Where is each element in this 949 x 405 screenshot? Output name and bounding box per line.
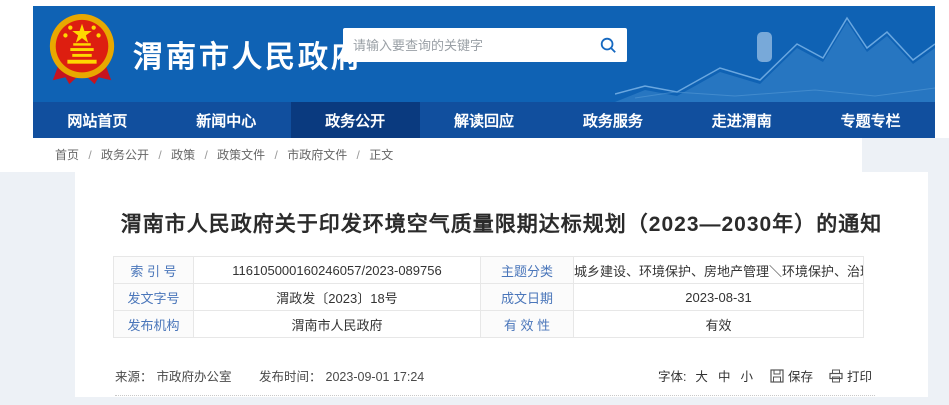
- search-box: [343, 28, 627, 62]
- search-input[interactable]: [343, 28, 589, 62]
- issue-date-value: 2023-08-31: [574, 284, 864, 311]
- font-size-label: 字体:: [658, 366, 686, 385]
- mountain-art: [615, 6, 935, 102]
- print-icon: [829, 369, 843, 383]
- breadcrumb-item-zhengwugongkai[interactable]: 政务公开: [101, 148, 149, 162]
- breadcrumb-separator: /: [88, 148, 91, 162]
- font-size-small-button[interactable]: 小: [740, 366, 753, 385]
- nav-item-services[interactable]: 政务服务: [548, 102, 677, 138]
- nav-item-home[interactable]: 网站首页: [33, 102, 162, 138]
- document-title: 渭南市人民政府关于印发环境空气质量限期达标规划（2023—2030年）的通知: [75, 208, 928, 238]
- site-title: 渭南市人民政府: [133, 32, 364, 76]
- print-button[interactable]: 打印: [829, 366, 872, 385]
- breadcrumb-item-current: 正文: [369, 148, 393, 162]
- issuing-agency-label: 发布机构: [114, 311, 194, 338]
- document-number-value: 渭政发〔2023〕18号: [194, 284, 481, 311]
- search-button[interactable]: [589, 28, 627, 62]
- nav-item-interpretation[interactable]: 解读回应: [420, 102, 549, 138]
- nav-item-about-weinan[interactable]: 走进渭南: [677, 102, 806, 138]
- breadcrumb-bar: 首页 / 政务公开 / 政策 / 政策文件 / 市政府文件 / 正文: [0, 138, 862, 172]
- nav-item-news[interactable]: 新闻中心: [162, 102, 291, 138]
- breadcrumb-separator: /: [204, 148, 207, 162]
- breadcrumb-separator: /: [158, 148, 161, 162]
- source-info: 来源： 市政府办公室 发布时间： 2023-09-01 17:24: [115, 366, 428, 385]
- save-icon: [770, 369, 784, 383]
- index-number-label: 索 引 号: [114, 257, 194, 284]
- issue-date-label: 成文日期: [481, 284, 574, 311]
- table-row: 发布机构 渭南市人民政府 有 效 性 有效: [114, 311, 864, 338]
- publish-time-value: 2023-09-01 17:24: [326, 370, 425, 384]
- article-meta-row: 来源： 市政府办公室 发布时间： 2023-09-01 17:24 字体: 大 中 …: [115, 366, 872, 385]
- document-info-table: 索 引 号 116105000160246057/2023-089756 主题分…: [113, 256, 864, 338]
- publish-time-label: 发布时间：: [259, 370, 322, 384]
- article-card: 渭南市人民政府关于印发环境空气质量限期达标规划（2023—2030年）的通知 索…: [75, 172, 928, 397]
- huashan-seal: [757, 32, 772, 62]
- dotted-divider: [115, 395, 875, 396]
- site-container: 渭南市人民政府 网站首页 新闻中心 政务公开 解读回应 政务服务 走进渭南 专题…: [33, 6, 935, 138]
- issuing-agency-value: 渭南市人民政府: [194, 311, 481, 338]
- breadcrumb-item-zhengcewenjian[interactable]: 政策文件: [217, 148, 265, 162]
- topic-category-value: 城乡建设、环境保护、房地产管理＼环境保护、治理: [574, 257, 864, 284]
- search-icon: [599, 36, 617, 54]
- main-nav: 网站首页 新闻中心 政务公开 解读回应 政务服务 走进渭南 专题专栏: [33, 102, 935, 138]
- national-emblem-icon[interactable]: [45, 10, 119, 92]
- article-tools: 字体: 大 中 小 保存 打印: [658, 366, 872, 385]
- index-number-value: 116105000160246057/2023-089756: [194, 257, 481, 284]
- breadcrumb-item-zhengce[interactable]: 政策: [171, 148, 195, 162]
- breadcrumb-separator: /: [275, 148, 278, 162]
- nav-item-gov-affairs[interactable]: 政务公开: [291, 102, 420, 138]
- source-value: 市政府办公室: [157, 370, 232, 384]
- breadcrumb: 首页 / 政务公开 / 政策 / 政策文件 / 市政府文件 / 正文: [0, 138, 862, 172]
- table-row: 发文字号 渭政发〔2023〕18号 成文日期 2023-08-31: [114, 284, 864, 311]
- nav-item-special-topics[interactable]: 专题专栏: [806, 102, 935, 138]
- document-number-label: 发文字号: [114, 284, 194, 311]
- validity-label: 有 效 性: [481, 311, 574, 338]
- save-button[interactable]: 保存: [770, 366, 813, 385]
- print-button-label: 打印: [847, 366, 872, 385]
- source-label: 来源：: [115, 370, 153, 384]
- validity-value: 有效: [574, 311, 864, 338]
- table-row: 索 引 号 116105000160246057/2023-089756 主题分…: [114, 257, 864, 284]
- save-button-label: 保存: [788, 366, 813, 385]
- breadcrumb-item-shizhengfuwenjian[interactable]: 市政府文件: [287, 148, 347, 162]
- breadcrumb-separator: /: [357, 148, 360, 162]
- font-size-large-button[interactable]: 大: [695, 366, 708, 385]
- topic-category-label: 主题分类: [481, 257, 574, 284]
- font-size-medium-button[interactable]: 中: [718, 366, 731, 385]
- site-header: 渭南市人民政府: [33, 6, 935, 102]
- breadcrumb-item-home[interactable]: 首页: [55, 148, 79, 162]
